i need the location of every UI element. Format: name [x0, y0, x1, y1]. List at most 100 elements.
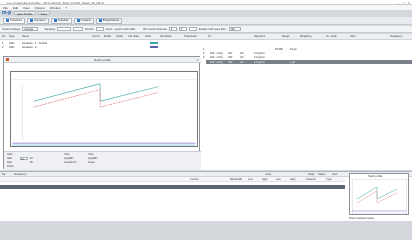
frequency-subheader: Current Bandwidth Low High Low High Chan…	[0, 177, 345, 182]
row2-idx: 2	[203, 52, 205, 55]
footer-right-linear[interactable]: Linear	[88, 161, 95, 164]
col-model[interactable]: Model	[104, 35, 111, 38]
footer-start-field[interactable]: ms	[20, 157, 28, 161]
col-serial[interactable]: Serial	[116, 35, 123, 38]
export-notch-table-checkbox[interactable]: export notch table	[115, 28, 136, 31]
col-alert[interactable]: Alert	[332, 173, 337, 176]
sub-high-2: High	[290, 177, 296, 181]
col-range[interactable]: Range	[282, 35, 290, 38]
sub-low: Low	[248, 177, 253, 181]
col-name[interactable]: Name	[22, 35, 29, 38]
col-color[interactable]: Color	[145, 35, 151, 38]
col-no[interactable]: No	[2, 173, 5, 176]
close-icon[interactable]: ✕	[196, 58, 199, 62]
app-icon	[6, 58, 9, 61]
close-button[interactable]: ✕	[407, 1, 410, 5]
col-type[interactable]: Type	[9, 35, 15, 38]
rf-field-a[interactable]: 0	[168, 27, 177, 31]
filter-value-field[interactable]: 100	[228, 27, 241, 31]
col-comm[interactable]: Comm	[92, 35, 100, 38]
footer-start-value: 20	[30, 157, 33, 160]
strategy-select[interactable]: Average	[22, 27, 39, 31]
notch-profile-thumbnail[interactable]: Notch profile	[349, 173, 409, 215]
rf-control-label: RF Control channels	[143, 27, 167, 31]
footer-right-units: Units	[88, 153, 94, 156]
sampling-field[interactable]	[57, 27, 72, 31]
col-tf[interactable]: TF	[208, 35, 211, 38]
main-toolbar: Schedules Operators Schedule Contacts Br…	[0, 17, 412, 25]
rf-field-c[interactable]	[188, 27, 197, 31]
notch-profile-plot	[10, 71, 198, 147]
frequency-table: No Frequency Level Slope Status Alert Cu…	[0, 171, 412, 221]
grid-header: No Type Name Comm Model Serial Cal. Date…	[0, 34, 412, 40]
row2-name[interactable]: Armature - 6	[22, 46, 36, 49]
notch-profile-window[interactable]: Notch profile ✕ Units Start Stop Finish …	[3, 56, 201, 170]
row1-name[interactable]: Armature - 1 - Control	[22, 42, 47, 45]
maximize-button[interactable]: □	[403, 1, 405, 5]
col-no[interactable]: No	[2, 35, 5, 38]
months-label: Months	[85, 27, 94, 31]
profile-trace-green	[33, 83, 159, 102]
minimize-button[interactable]: –	[398, 1, 400, 5]
col-spectrum[interactable]: Spectrum	[254, 35, 265, 38]
footer-stop-label: Stop	[7, 161, 12, 164]
status-text: Show completed values	[349, 217, 375, 220]
footer-stop-value: 50	[30, 161, 33, 164]
footer-mid-linear[interactable]: Linear/Lin/V	[64, 161, 77, 164]
quick-access-bar: Alert Profile Save	[14, 11, 51, 16]
col-frequency[interactable]: Frequency	[390, 35, 402, 38]
row2-sens: 100 · mV/g	[210, 52, 223, 55]
menu-view[interactable]: View	[23, 6, 29, 10]
alert-profile-button[interactable]: Alert Profile	[14, 11, 36, 16]
bridge-shares-tab[interactable]: Bridge/Shares	[95, 17, 123, 24]
months-field[interactable]	[73, 27, 84, 31]
footer-mid-log[interactable]: Log/dBm	[64, 157, 74, 160]
menu-edit[interactable]: Edit	[13, 6, 18, 10]
selrow-unit: 2.0 g/mm	[254, 60, 265, 64]
col-slope[interactable]: Slope	[308, 173, 315, 176]
footer-finish-label: Finish	[7, 165, 14, 168]
schedule-tab[interactable]: Schedule	[50, 17, 72, 24]
notch-profile-titlebar[interactable]: Notch profile ✕	[4, 57, 201, 63]
row1-type: ADC	[9, 42, 15, 45]
menu-help[interactable]: ?	[65, 6, 67, 10]
hours-label: Hours	[105, 27, 113, 31]
col-cal-date[interactable]: Cal. Date	[128, 35, 139, 38]
row1-no: 1	[2, 42, 4, 45]
selrow-trans: ICP	[228, 60, 233, 64]
sub-high: High	[262, 177, 268, 181]
rf-field-b[interactable]: 0	[178, 27, 187, 31]
col-sensitivity[interactable]: Sensitivity	[160, 35, 172, 38]
col-status[interactable]: Status	[318, 173, 325, 176]
save-button[interactable]: Save	[37, 11, 51, 16]
schedules-tab[interactable]: Schedules	[3, 17, 26, 24]
col-alert[interactable]: Alert	[350, 35, 355, 38]
row3-trans: ICP	[228, 56, 233, 59]
hours-field[interactable]	[95, 27, 104, 31]
menu-bar: File Edit View Options Window ?	[0, 5, 412, 10]
col-transducer[interactable]: Transducer	[184, 35, 197, 38]
selected-frequency-row[interactable]	[0, 185, 345, 189]
col-av-mode[interactable]: Av. mode	[326, 35, 337, 38]
row2-tf: AC	[240, 52, 244, 55]
menu-window[interactable]: Window	[50, 6, 61, 10]
clock-icon	[53, 19, 57, 22]
row4-idx: 4	[203, 60, 205, 63]
col-weighting[interactable]: Weighting	[300, 35, 312, 38]
col-level[interactable]: Level	[265, 173, 271, 176]
notch-profile-title: Notch profile	[94, 58, 111, 62]
menu-options[interactable]: Options	[34, 6, 44, 10]
col-frequency[interactable]: Frequency	[14, 173, 26, 176]
thumbnail-title: Notch profile	[368, 175, 383, 178]
selrow-tf: AC	[240, 60, 244, 64]
selrow-sens: 100 · mV/g	[210, 60, 223, 64]
operators-tab[interactable]: Operators	[27, 17, 49, 24]
contacts-tab[interactable]: Contacts	[73, 17, 94, 24]
thumbnail-plot	[352, 179, 407, 214]
selected-row[interactable]: 100 · mV/g ICP AC 2.0 g/mm 1 g/r	[206, 60, 412, 64]
menu-file[interactable]: File	[3, 6, 8, 10]
row1-idx: 1	[203, 48, 205, 51]
footer-right-log[interactable]: Log/dBm	[88, 157, 98, 160]
calendar-icon	[6, 19, 9, 22]
window-controls: – □ ✕	[398, 1, 410, 5]
